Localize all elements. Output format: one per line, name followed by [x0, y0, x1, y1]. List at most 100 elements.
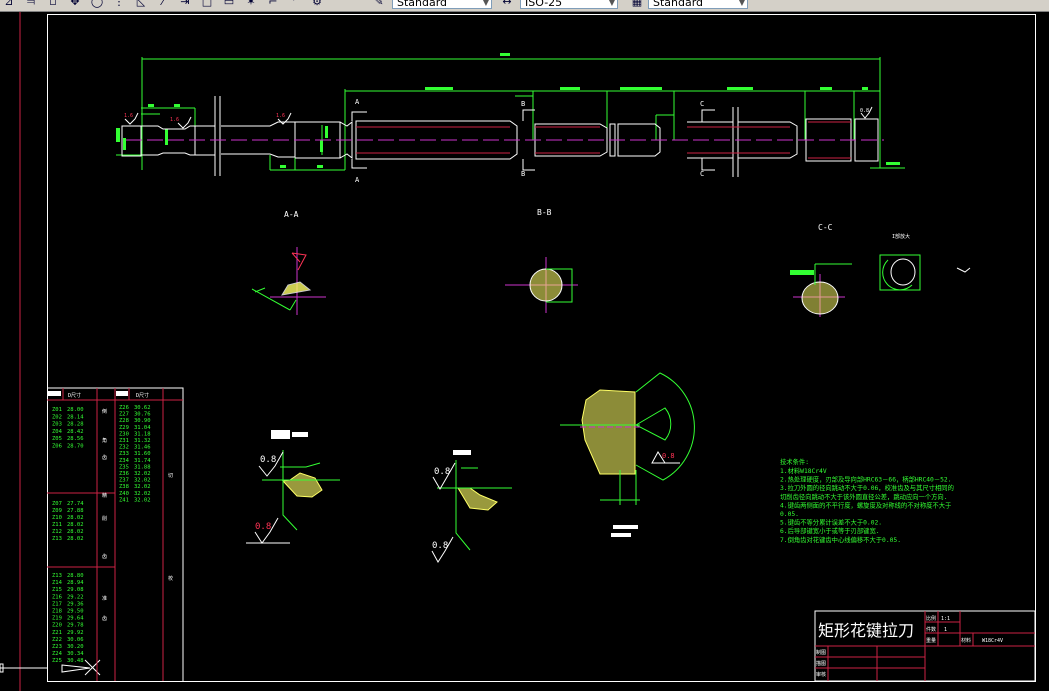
scale-label: 比例	[926, 615, 936, 622]
tooth-number: Z35	[119, 464, 129, 470]
table-side-label: 角	[102, 437, 107, 444]
tooth-diameter: 29.08	[67, 587, 84, 593]
roughness-value: 1.6	[170, 117, 179, 123]
tooth-number: Z38	[119, 484, 129, 490]
tooth-number: Z03	[52, 422, 62, 428]
roughness-symbols: 1.6 1.6 1.6 0.8	[124, 106, 873, 129]
section-mark-a: A	[355, 176, 360, 184]
material-value: W18Cr4V	[982, 638, 1003, 644]
tooth-diameter: 28.02	[67, 515, 84, 521]
tooth-diameter: 28.42	[67, 429, 84, 435]
tooth-diameter: 31.74	[134, 458, 151, 464]
tooth-diameter: 28.28	[67, 422, 84, 428]
tooth-number: Z16	[52, 594, 62, 600]
tooth-number: Z06	[52, 444, 62, 450]
section-aa: A-A	[251, 210, 326, 315]
tooth-diameter: 30.06	[67, 637, 84, 643]
tooth-number: Z31	[119, 438, 129, 444]
tooth-detail-1: 0.8 0.8	[246, 430, 340, 544]
tech-requirements-title: 技术条件:	[780, 457, 809, 466]
rotate-icon[interactable]: ◯	[90, 0, 104, 8]
roughness-value: 1.6	[124, 113, 133, 119]
section-letters: A A B B C C	[355, 98, 704, 184]
tooth-diameter: 31.18	[134, 431, 151, 437]
table-side-label: 准	[102, 595, 107, 602]
toolbar: ⊿ ⫤ ▫ ✥ ◯ ⋮ ◺ ⁄ ⇥ □ ▭ ✶ ⌐ ⌜ ⚙ ✎ Standard ▼ ↔ ISO-25 ▼ ▦ …	[0, 0, 1049, 12]
drawing-title: 矩形花键拉刀	[818, 621, 914, 640]
chevron-down-icon: ▼	[482, 0, 489, 7]
chevron-down-icon: ▼	[738, 0, 745, 7]
tooth-diameter: 32.02	[134, 478, 151, 484]
break-at-point-icon[interactable]: ▭	[222, 0, 236, 8]
fillet-icon[interactable]: ⌜	[288, 0, 302, 8]
detail-title: I部放大	[892, 233, 910, 240]
move-icon[interactable]: ✥	[68, 0, 82, 8]
traced-by-label: 描图	[816, 660, 826, 667]
dimension-text-marks	[116, 53, 900, 168]
text-style-icon[interactable]: ✎	[372, 0, 386, 8]
table-style-select[interactable]: Standard ▼	[648, 0, 748, 9]
tooth-number: Z02	[52, 414, 62, 420]
trim-icon[interactable]: ⁄	[156, 0, 170, 8]
roughness-value: 0.8	[662, 452, 675, 460]
tooth-diameter: 32.02	[134, 484, 151, 490]
tooth-number: Z14	[52, 580, 63, 586]
tooth-number: Z37	[119, 478, 129, 484]
section-mark-b: B	[521, 170, 525, 178]
table-side-label: 切	[168, 472, 173, 479]
tooth-diameter: 31.46	[134, 445, 151, 451]
text-style-select[interactable]: Standard ▼	[392, 0, 492, 9]
count-label: 件数	[926, 626, 936, 633]
mirror-icon[interactable]: ⊿	[2, 0, 16, 8]
dim-style-value: ISO-25	[525, 0, 563, 9]
tooth-number: Z12	[52, 529, 62, 535]
tech-requirement-line: 1.材料W18Cr4V	[780, 466, 827, 475]
table-side-label: 倒	[102, 408, 107, 415]
table-side-label: 齿	[102, 554, 107, 560]
material-label: 材料	[961, 637, 971, 644]
tooth-diameter: 32.02	[134, 471, 151, 477]
tooth-diameter: 29.22	[67, 594, 84, 600]
tooth-diameter: 29.50	[67, 609, 84, 615]
table-style-value: Standard	[653, 0, 704, 9]
section-title-aa: A-A	[284, 210, 299, 219]
drawn-by-label: 制图	[816, 649, 826, 656]
tooth-diameter: 31.60	[134, 451, 151, 457]
tooth-diameter: 28.80	[67, 573, 84, 579]
tech-requirement-line: 切削齿径向跳动不大于该外圆直径公差，跳动应向一个方向.	[780, 492, 948, 501]
tooth-dimension-table: D尺寸 D尺寸 Z01 28.00 Z02 28.14 Z03 28.28 Z04 28.42…	[47, 387, 184, 681]
weight-label: 重量	[926, 637, 936, 644]
scale-value: 1:1	[941, 616, 950, 622]
chamfer-icon[interactable]: ⌐	[266, 0, 280, 8]
break-icon[interactable]: □	[200, 0, 214, 8]
table-side-label: 削	[102, 515, 107, 522]
drawing-frame	[47, 14, 1036, 682]
dim-style-select[interactable]: ISO-25 ▼	[520, 0, 618, 9]
checked-by-label: 审核	[816, 671, 826, 678]
tooth-diameter: 30.34	[67, 651, 84, 657]
section-title-cc: C-C	[818, 223, 833, 232]
tooth-diameter: 28.02	[67, 522, 84, 528]
table-style-icon[interactable]: ▦	[630, 0, 644, 8]
tooth-diameter: 29.78	[67, 623, 84, 629]
tooth-number: Z23	[52, 644, 62, 650]
main-shaft-view: A A B B C C 1.6 1.6 1.6 0.8	[116, 53, 905, 184]
tooth-number: Z41	[119, 497, 129, 503]
drawing-canvas[interactable]: A A B B C C 1.6 1.6 1.6 0.8 A-A B-B C-C	[0, 12, 1049, 691]
tooth-number: Z10	[52, 515, 62, 521]
tooth-number: Z11	[52, 522, 62, 528]
explode-icon[interactable]: ✶	[244, 0, 258, 8]
stretch-icon[interactable]: ◺	[134, 0, 148, 8]
tooth-number: Z22	[52, 637, 62, 643]
array-icon[interactable]: ▫	[46, 0, 60, 8]
properties-icon[interactable]: ⚙	[310, 0, 324, 8]
tooth-number: Z24	[52, 651, 63, 657]
scale-icon[interactable]: ⋮	[112, 0, 126, 8]
tooth-number: Z19	[52, 616, 62, 622]
dim-style-icon[interactable]: ↔	[500, 0, 514, 8]
tooth-number: Z20	[52, 623, 62, 629]
offset-icon[interactable]: ⫤	[24, 0, 38, 8]
tooth-diameter: 28.70	[67, 444, 84, 450]
extend-icon[interactable]: ⇥	[178, 0, 192, 8]
tooth-diameter: 29.36	[67, 601, 84, 607]
